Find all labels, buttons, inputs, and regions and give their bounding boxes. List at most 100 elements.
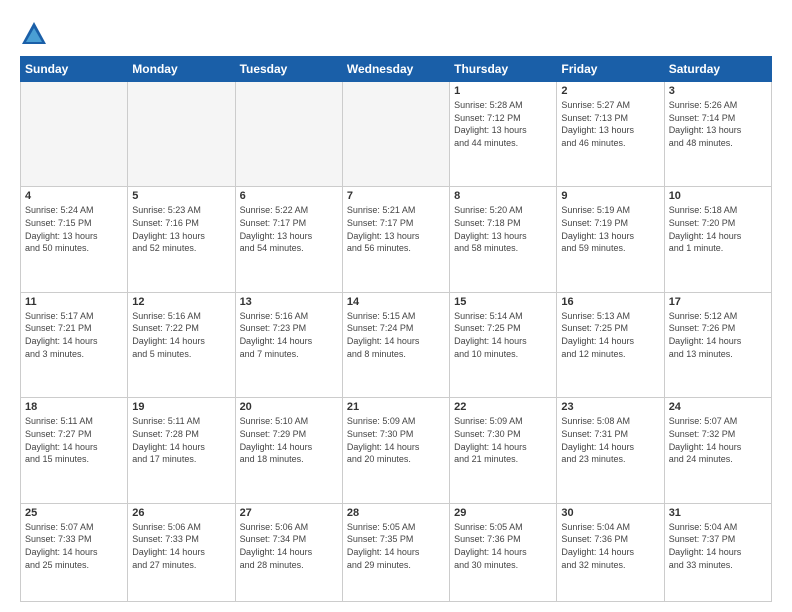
calendar-cell: 29 Sunrise: 5:05 AM Sunset: 7:36 PM Dayli…	[450, 503, 557, 601]
day-number: 3	[669, 85, 767, 97]
calendar-cell: 9 Sunrise: 5:19 AM Sunset: 7:19 PM Daylig…	[557, 187, 664, 292]
calendar-cell: 30 Sunrise: 5:04 AM Sunset: 7:36 PM Dayli…	[557, 503, 664, 601]
day-number: 20	[240, 401, 338, 413]
header	[20, 18, 772, 48]
calendar-cell: 23Sunrise: 5:08 AM Sunset: 7:31 PM Dayli…	[557, 398, 664, 503]
calendar-cell: 15Sunrise: 5:14 AM Sunset: 7:25 PM Dayli…	[450, 292, 557, 397]
day-number: 7	[347, 190, 445, 202]
day-number: 30	[561, 507, 659, 519]
day-number: 27	[240, 507, 338, 519]
day-number: 28	[347, 507, 445, 519]
day-number: 1	[454, 85, 552, 97]
logo	[20, 18, 52, 48]
day-info: Sunrise: 5:19 AM Sunset: 7:19 PM Dayligh…	[561, 204, 659, 254]
calendar-cell: 13Sunrise: 5:16 AM Sunset: 7:23 PM Dayli…	[235, 292, 342, 397]
day-number: 17	[669, 296, 767, 308]
calendar-cell: 22 Sunrise: 5:09 AM Sunset: 7:30 PM Dayli…	[450, 398, 557, 503]
day-number: 29	[454, 507, 552, 519]
day-number: 25	[25, 507, 123, 519]
day-number: 11	[25, 296, 123, 308]
day-number: 14	[347, 296, 445, 308]
day-info: Sunrise: 5:16 AM Sunset: 7:22 PM Dayligh…	[132, 310, 230, 360]
day-info: Sunrise: 5:20 AM Sunset: 7:18 PM Dayligh…	[454, 204, 552, 254]
day-info: Sunrise: 5:07 AM Sunset: 7:33 PM Dayligh…	[25, 521, 123, 571]
calendar-cell: 18 Sunrise: 5:11 AM Sunset: 7:27 PM Dayli…	[21, 398, 128, 503]
calendar-cell: 17 Sunrise: 5:12 AM Sunset: 7:26 PM Dayli…	[664, 292, 771, 397]
day-info: Sunrise: 5:11 AM Sunset: 7:27 PM Dayligh…	[25, 415, 123, 465]
day-info: Sunrise: 5:27 AM Sunset: 7:13 PM Dayligh…	[561, 99, 659, 149]
day-info: Sunrise: 5:23 AM Sunset: 7:16 PM Dayligh…	[132, 204, 230, 254]
day-info: Sunrise: 5:28 AM Sunset: 7:12 PM Dayligh…	[454, 99, 552, 149]
day-number: 31	[669, 507, 767, 519]
day-number: 24	[669, 401, 767, 413]
day-info: Sunrise: 5:26 AM Sunset: 7:14 PM Dayligh…	[669, 99, 767, 149]
header-cell-monday: Monday	[128, 57, 235, 82]
day-number: 4	[25, 190, 123, 202]
header-cell-wednesday: Wednesday	[342, 57, 449, 82]
day-info: Sunrise: 5:06 AM Sunset: 7:33 PM Dayligh…	[132, 521, 230, 571]
day-number: 13	[240, 296, 338, 308]
week-row-0: 1 Sunrise: 5:28 AM Sunset: 7:12 PM Daylig…	[21, 82, 772, 187]
calendar-cell: 16 Sunrise: 5:13 AM Sunset: 7:25 PM Dayli…	[557, 292, 664, 397]
week-row-2: 11Sunrise: 5:17 AM Sunset: 7:21 PM Dayli…	[21, 292, 772, 397]
day-info: Sunrise: 5:04 AM Sunset: 7:36 PM Dayligh…	[561, 521, 659, 571]
day-number: 23	[561, 401, 659, 413]
calendar-cell: 27Sunrise: 5:06 AM Sunset: 7:34 PM Dayli…	[235, 503, 342, 601]
header-cell-friday: Friday	[557, 57, 664, 82]
calendar-cell: 12Sunrise: 5:16 AM Sunset: 7:22 PM Dayli…	[128, 292, 235, 397]
day-number: 26	[132, 507, 230, 519]
day-info: Sunrise: 5:10 AM Sunset: 7:29 PM Dayligh…	[240, 415, 338, 465]
week-row-3: 18 Sunrise: 5:11 AM Sunset: 7:27 PM Dayli…	[21, 398, 772, 503]
calendar-cell: 11Sunrise: 5:17 AM Sunset: 7:21 PM Dayli…	[21, 292, 128, 397]
calendar-body: 1 Sunrise: 5:28 AM Sunset: 7:12 PM Daylig…	[21, 82, 772, 602]
day-number: 9	[561, 190, 659, 202]
calendar-cell: 21 Sunrise: 5:09 AM Sunset: 7:30 PM Dayli…	[342, 398, 449, 503]
day-info: Sunrise: 5:24 AM Sunset: 7:15 PM Dayligh…	[25, 204, 123, 254]
page: SundayMondayTuesdayWednesdayThursdayFrid…	[0, 0, 792, 612]
calendar-cell: 7 Sunrise: 5:21 AM Sunset: 7:17 PM Daylig…	[342, 187, 449, 292]
calendar-cell: 8Sunrise: 5:20 AM Sunset: 7:18 PM Daylig…	[450, 187, 557, 292]
calendar-table: SundayMondayTuesdayWednesdayThursdayFrid…	[20, 56, 772, 602]
calendar-cell: 10 Sunrise: 5:18 AM Sunset: 7:20 PM Dayli…	[664, 187, 771, 292]
day-info: Sunrise: 5:05 AM Sunset: 7:35 PM Dayligh…	[347, 521, 445, 571]
day-number: 10	[669, 190, 767, 202]
day-number: 6	[240, 190, 338, 202]
day-info: Sunrise: 5:09 AM Sunset: 7:30 PM Dayligh…	[454, 415, 552, 465]
day-info: Sunrise: 5:13 AM Sunset: 7:25 PM Dayligh…	[561, 310, 659, 360]
calendar-cell: 6 Sunrise: 5:22 AM Sunset: 7:17 PM Daylig…	[235, 187, 342, 292]
day-number: 19	[132, 401, 230, 413]
day-number: 21	[347, 401, 445, 413]
calendar-cell: 2 Sunrise: 5:27 AM Sunset: 7:13 PM Daylig…	[557, 82, 664, 187]
logo-icon	[20, 20, 48, 48]
day-info: Sunrise: 5:11 AM Sunset: 7:28 PM Dayligh…	[132, 415, 230, 465]
day-number: 2	[561, 85, 659, 97]
calendar-cell: 5 Sunrise: 5:23 AM Sunset: 7:16 PM Daylig…	[128, 187, 235, 292]
day-info: Sunrise: 5:22 AM Sunset: 7:17 PM Dayligh…	[240, 204, 338, 254]
calendar-cell	[342, 82, 449, 187]
header-cell-thursday: Thursday	[450, 57, 557, 82]
calendar-cell: 25 Sunrise: 5:07 AM Sunset: 7:33 PM Dayli…	[21, 503, 128, 601]
calendar-cell: 4 Sunrise: 5:24 AM Sunset: 7:15 PM Daylig…	[21, 187, 128, 292]
calendar-cell: 31Sunrise: 5:04 AM Sunset: 7:37 PM Dayli…	[664, 503, 771, 601]
calendar-cell: 24 Sunrise: 5:07 AM Sunset: 7:32 PM Dayli…	[664, 398, 771, 503]
day-info: Sunrise: 5:05 AM Sunset: 7:36 PM Dayligh…	[454, 521, 552, 571]
header-cell-sunday: Sunday	[21, 57, 128, 82]
day-info: Sunrise: 5:18 AM Sunset: 7:20 PM Dayligh…	[669, 204, 767, 254]
header-row: SundayMondayTuesdayWednesdayThursdayFrid…	[21, 57, 772, 82]
calendar-cell: 3 Sunrise: 5:26 AM Sunset: 7:14 PM Daylig…	[664, 82, 771, 187]
day-info: Sunrise: 5:21 AM Sunset: 7:17 PM Dayligh…	[347, 204, 445, 254]
header-cell-saturday: Saturday	[664, 57, 771, 82]
calendar-cell	[21, 82, 128, 187]
day-info: Sunrise: 5:07 AM Sunset: 7:32 PM Dayligh…	[669, 415, 767, 465]
calendar-cell	[128, 82, 235, 187]
header-cell-tuesday: Tuesday	[235, 57, 342, 82]
day-number: 18	[25, 401, 123, 413]
day-number: 16	[561, 296, 659, 308]
day-info: Sunrise: 5:15 AM Sunset: 7:24 PM Dayligh…	[347, 310, 445, 360]
day-number: 5	[132, 190, 230, 202]
calendar-cell: 26 Sunrise: 5:06 AM Sunset: 7:33 PM Dayli…	[128, 503, 235, 601]
day-info: Sunrise: 5:09 AM Sunset: 7:30 PM Dayligh…	[347, 415, 445, 465]
day-number: 22	[454, 401, 552, 413]
day-info: Sunrise: 5:12 AM Sunset: 7:26 PM Dayligh…	[669, 310, 767, 360]
calendar-header: SundayMondayTuesdayWednesdayThursdayFrid…	[21, 57, 772, 82]
